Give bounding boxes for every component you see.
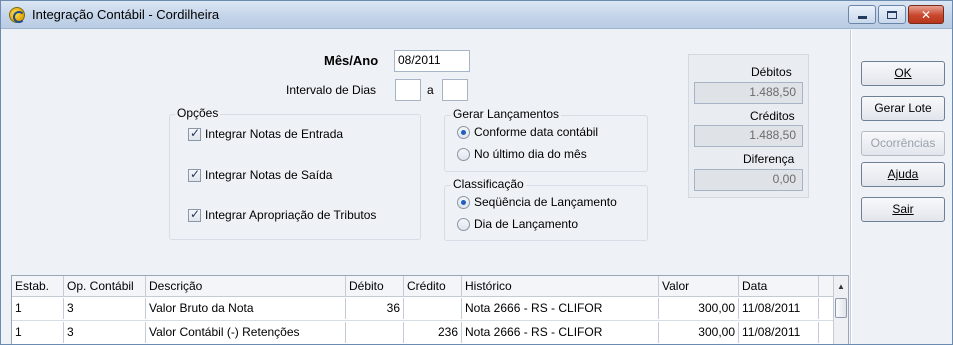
ocorrencias-label: Ocorrências <box>870 136 936 150</box>
creditos-label: Créditos <box>750 109 795 123</box>
close-icon: ✕ <box>920 7 932 22</box>
scroll-up-arrow-icon[interactable]: ▲ <box>834 276 848 297</box>
intervalo-to-field[interactable] <box>442 79 468 101</box>
intervalo-label: Intervalo de Dias <box>286 83 377 97</box>
radio-label: No último dia do mês <box>474 147 587 161</box>
checkbox[interactable] <box>188 126 201 141</box>
gerar-lancamentos-title: Gerar Lançamentos <box>451 107 562 121</box>
radio-conforme-data[interactable]: Conforme data contábil <box>457 125 598 139</box>
col-credito[interactable]: Crédito <box>404 276 462 297</box>
radio-label: Dia de Lançamento <box>474 217 579 231</box>
cell-op-contabil: 3 <box>64 298 146 319</box>
col-op-contabil[interactable]: Op. Contábil <box>64 276 146 297</box>
radio-sequencia[interactable]: Seqüência de Lançamento <box>457 195 617 209</box>
cell-descricao: Valor Bruto da Nota <box>146 298 346 319</box>
cell-valor: 300,00 <box>659 298 739 319</box>
radio-button[interactable] <box>457 147 470 161</box>
gerar-lancamentos-group <box>444 115 648 172</box>
radio-button[interactable] <box>457 217 470 231</box>
ok-button[interactable]: OK <box>861 61 945 86</box>
radio-label: Seqüência de Lançamento <box>474 195 617 209</box>
check-notas-entrada[interactable]: Integrar Notas de Entrada <box>188 126 344 141</box>
radio-dia-lancamento[interactable]: Dia de Lançamento <box>457 217 578 231</box>
col-estab[interactable]: Estab. <box>12 276 64 297</box>
window-controls: ✕ <box>848 5 944 24</box>
check-apropriacao-tributos[interactable]: Integrar Apropriação de Tributos <box>188 207 377 222</box>
radio-ultimo-dia[interactable]: No último dia do mês <box>457 147 587 161</box>
ajuda-button[interactable]: Ajuda <box>861 162 945 187</box>
grid-vertical-scrollbar[interactable]: ▲ <box>833 276 848 344</box>
title-bar[interactable]: Integração Contábil - Cordilheira ✕ <box>1 1 952 29</box>
minimize-button[interactable] <box>848 5 876 24</box>
intervalo-separator: a <box>427 83 434 97</box>
client-area: Mês/Ano 08/2011 Intervalo de Dias a Opçõ… <box>1 30 952 344</box>
close-button[interactable]: ✕ <box>908 5 944 24</box>
gerar-lote-label: Gerar Lote <box>874 101 932 115</box>
cell-credito <box>404 298 462 319</box>
col-debito[interactable]: Débito <box>346 276 404 297</box>
col-historico[interactable]: Histórico <box>462 276 659 297</box>
check-label: Integrar Notas de Saída <box>205 168 333 182</box>
radio-button[interactable] <box>457 195 470 209</box>
ok-button-label: OK <box>894 66 912 80</box>
col-valor[interactable]: Valor <box>659 276 739 297</box>
maximize-button[interactable] <box>878 5 906 24</box>
mes-ano-label: Mês/Ano <box>324 53 379 68</box>
opcoes-group-title: Opções <box>175 106 221 120</box>
cell-descricao: Valor Contábil (-) Retenções <box>146 322 346 343</box>
cell-debito: 36 <box>346 298 404 319</box>
col-descricao[interactable]: Descrição <box>146 276 346 297</box>
minimize-icon <box>857 16 867 19</box>
creditos-field: 1.488,50 <box>694 125 803 147</box>
check-notas-saida[interactable]: Integrar Notas de Saída <box>188 167 333 182</box>
grid-header: Estab. Op. Contábil Descrição Débito Cré… <box>12 276 835 297</box>
scroll-thumb[interactable] <box>835 298 847 318</box>
classificacao-group <box>444 185 648 241</box>
checkbox[interactable] <box>188 207 201 222</box>
col-data[interactable]: Data <box>739 276 819 297</box>
diferenca-field: 0,00 <box>694 169 803 191</box>
cordilheira-app-icon <box>9 7 25 23</box>
table-row[interactable]: 1 3 Valor Contábil (-) Retenções 236 Not… <box>12 322 835 344</box>
ajuda-label: Ajuda <box>887 167 919 181</box>
cell-debito <box>346 322 404 343</box>
cell-op-contabil: 3 <box>64 322 146 343</box>
sair-label: Sair <box>892 202 914 216</box>
checkbox[interactable] <box>188 167 201 182</box>
ocorrencias-button[interactable]: Ocorrências <box>861 131 945 156</box>
radio-button[interactable] <box>457 125 470 139</box>
cell-historico: Nota 2666 - RS - CLIFOR <box>462 298 659 319</box>
cell-estab: 1 <box>12 322 64 343</box>
cell-data: 11/08/2011 <box>739 322 819 343</box>
cell-valor: 300,00 <box>659 322 739 343</box>
maximize-icon <box>887 10 897 19</box>
cell-credito: 236 <box>404 322 462 343</box>
debitos-label: Débitos <box>751 65 792 79</box>
radio-label: Conforme data contábil <box>474 125 599 139</box>
debitos-field: 1.488,50 <box>694 82 803 104</box>
table-row[interactable]: 1 3 Valor Bruto da Nota 36 Nota 2666 - R… <box>12 298 835 321</box>
sidebar-separator <box>850 30 852 344</box>
window-title: Integração Contábil - Cordilheira <box>32 7 220 22</box>
classificacao-title: Classificação <box>451 177 526 191</box>
lancamentos-grid[interactable]: Estab. Op. Contábil Descrição Débito Cré… <box>11 275 849 344</box>
sair-button[interactable]: Sair <box>861 197 945 222</box>
cell-estab: 1 <box>12 298 64 319</box>
diferenca-label: Diferença <box>743 152 795 166</box>
check-label: Integrar Apropriação de Tributos <box>205 208 377 222</box>
intervalo-from-field[interactable] <box>395 79 421 101</box>
integracao-contabil-window: Integração Contábil - Cordilheira ✕ Mês/… <box>0 0 953 345</box>
check-label: Integrar Notas de Entrada <box>205 127 344 141</box>
cell-historico: Nota 2666 - RS - CLIFOR <box>462 322 659 343</box>
cell-data: 11/08/2011 <box>739 298 819 319</box>
gerar-lote-button[interactable]: Gerar Lote <box>861 96 945 121</box>
mes-ano-field[interactable]: 08/2011 <box>394 50 470 72</box>
